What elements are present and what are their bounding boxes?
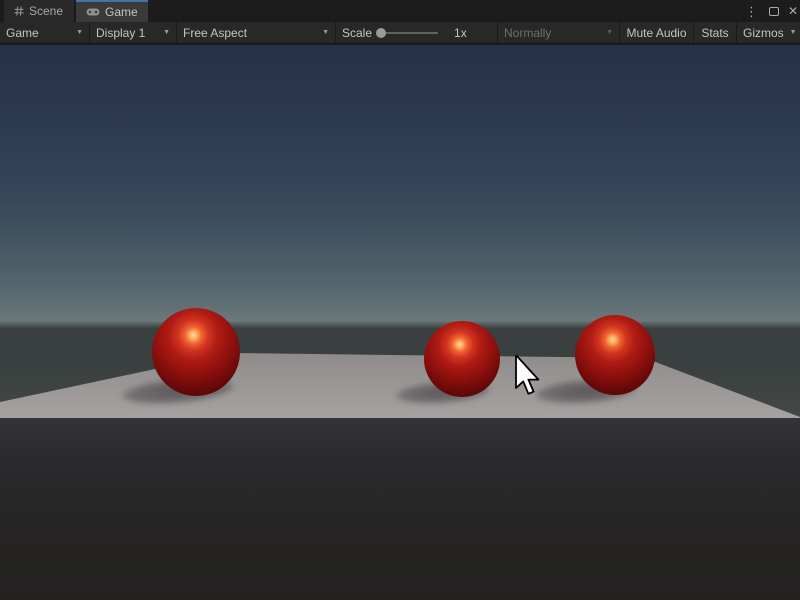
stats-button[interactable]: Stats <box>694 22 737 43</box>
ground-plane <box>0 45 800 418</box>
mute-audio-button[interactable]: Mute Audio <box>620 22 694 43</box>
kebab-menu-icon[interactable]: ⋮ <box>743 5 760 18</box>
scale-label: Scale <box>342 26 372 40</box>
play-focus-dropdown[interactable]: Normally ▼ <box>498 22 620 43</box>
display-mode-dropdown[interactable]: Game ▼ <box>0 22 90 43</box>
grid-icon <box>14 6 24 16</box>
scale-control: Scale 1x <box>336 22 498 43</box>
viewport-empty-area <box>0 418 800 600</box>
unity-game-view-window: Scene Game ⋮ ✕ Game ▼ Display 1 ▼ <box>0 0 800 600</box>
aspect-ratio-label: Free Aspect <box>183 26 247 40</box>
game-view-toolbar: Game ▼ Display 1 ▼ Free Aspect ▼ Scale 1… <box>0 22 800 44</box>
red-sphere <box>424 321 500 397</box>
chevron-down-icon: ▼ <box>163 29 170 36</box>
maximize-icon[interactable] <box>769 7 779 16</box>
chevron-down-icon: ▼ <box>606 29 613 36</box>
display-mode-label: Game <box>6 26 39 40</box>
gizmos-label: Gizmos <box>743 26 784 40</box>
scale-value: 1x <box>454 26 467 40</box>
chevron-down-icon: ▼ <box>322 29 329 36</box>
tab-scene[interactable]: Scene <box>4 0 74 22</box>
play-focus-label: Normally <box>504 26 551 40</box>
gizmos-dropdown[interactable]: Gizmos ▼ <box>737 22 800 43</box>
chevron-down-icon: ▼ <box>790 29 797 36</box>
tab-bar: Scene Game ⋮ ✕ <box>0 0 800 22</box>
red-sphere <box>152 308 240 396</box>
close-icon[interactable]: ✕ <box>788 5 798 17</box>
red-sphere <box>575 315 655 395</box>
display-target-label: Display 1 <box>96 26 145 40</box>
mouse-cursor-icon <box>514 355 542 399</box>
scale-slider-knob[interactable] <box>376 28 386 38</box>
tab-scene-label: Scene <box>29 4 63 18</box>
aspect-ratio-dropdown[interactable]: Free Aspect ▼ <box>177 22 336 43</box>
game-render-viewport[interactable] <box>0 45 800 418</box>
window-controls: ⋮ ✕ <box>743 0 798 22</box>
tab-game[interactable]: Game <box>76 0 148 22</box>
tab-game-label: Game <box>105 5 138 19</box>
chevron-down-icon: ▼ <box>76 29 83 36</box>
mute-audio-label: Mute Audio <box>626 26 686 40</box>
stats-label: Stats <box>701 26 728 40</box>
scale-slider[interactable] <box>378 32 438 34</box>
display-target-dropdown[interactable]: Display 1 ▼ <box>90 22 177 43</box>
gamepad-icon <box>86 7 100 17</box>
